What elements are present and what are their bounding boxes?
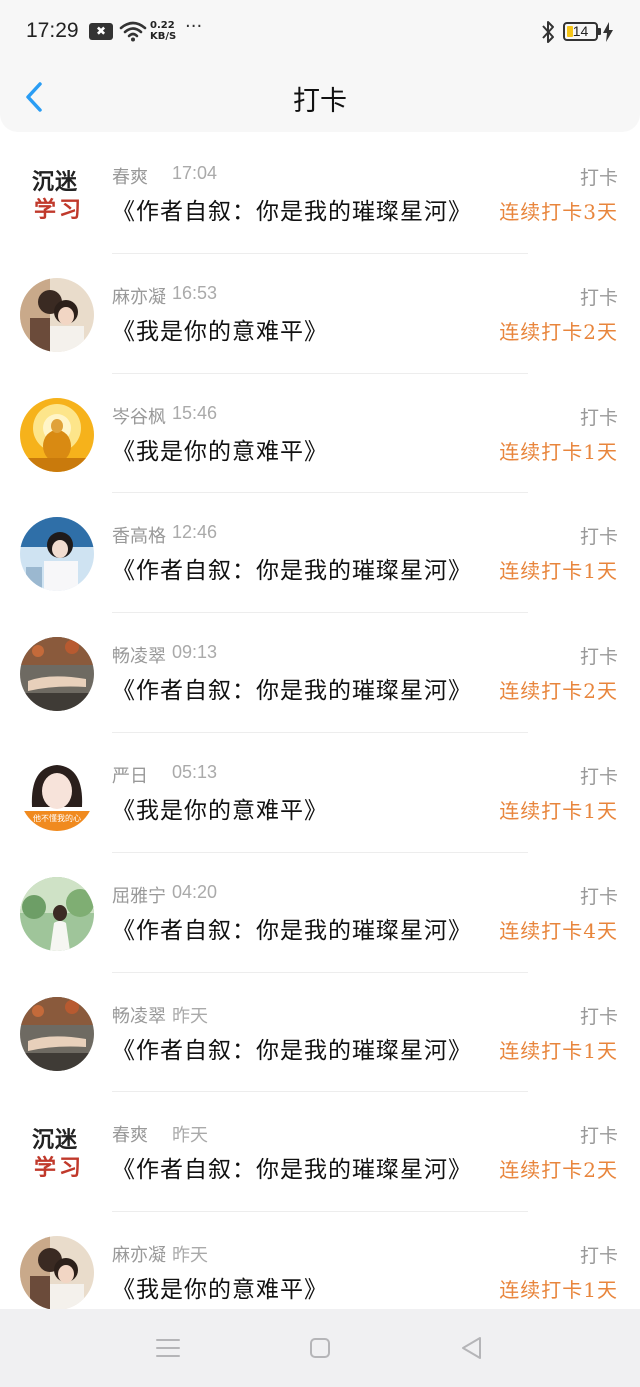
menu-icon[interactable] [154,1334,182,1362]
streak-label: 连续打卡1天 [499,559,618,584]
checkin-type: 打卡 [579,1005,618,1028]
status-bar: 17:29 ✖ 0.22 KB/S ··· 14 [0,0,640,64]
net-speed: 0.22 KB/S [150,20,176,42]
book-title: 《我是你的意难平》 [112,1277,328,1304]
checkin-type: 打卡 [579,526,618,549]
checkin-type: 打卡 [579,286,618,309]
book-title: 《作者自叙：你是我的璀璨星河》 [112,1037,472,1064]
avatar [20,996,94,1071]
checkin-type: 打卡 [579,1125,618,1148]
user-name: 畅凌翠 [112,646,166,668]
notification-icon: ✖ [89,23,113,40]
battery-icon: 14 [563,22,601,41]
streak-label: 连续打卡3天 [499,200,618,224]
checkin-type: 打卡 [579,1245,618,1268]
home-square-icon[interactable] [306,1334,334,1362]
book-title: 《我是你的意难平》 [112,438,328,465]
avatar: 他不懂我的心 [20,756,94,831]
streak-label: 连续打卡1天 [499,1278,618,1303]
avatar-logo-line2: 学习 [34,197,85,223]
book-title: 《作者自叙：你是我的璀璨星河》 [112,199,472,225]
list-item[interactable]: 畅凌翠 昨天 《作者自叙：你是我的璀璨星河》 打卡 连续打卡1天 [0,973,640,1093]
streak-label: 连续打卡2天 [499,1158,618,1183]
more-dots-icon: ··· [185,16,203,37]
back-triangle-icon[interactable] [458,1334,486,1362]
avatar [20,1236,94,1311]
checkin-type: 打卡 [579,167,618,189]
avatar [20,397,94,472]
streak-label: 连续打卡1天 [499,1038,618,1063]
checkin-time: 昨天 [172,1005,208,1026]
list-item[interactable]: 他不懂我的心 严日 05:13 《我是你的意难平》 打卡 连续打卡1天 [0,733,640,853]
checkin-type: 打卡 [579,765,618,788]
wifi-icon [119,21,147,42]
net-speed-value: 0.22 [150,20,175,31]
bluetooth-icon [542,21,554,43]
user-name: 香高格 [112,526,166,548]
user-name: 岑谷枫 [112,406,166,428]
user-name: 屈雅宁 [112,885,166,907]
streak-label: 连续打卡2天 [499,679,618,704]
checkin-time: 16:53 [172,282,218,303]
book-title: 《作者自叙：你是我的璀璨星河》 [112,558,472,585]
book-title: 《作者自叙：你是我的璀璨星河》 [112,678,472,705]
avatar: 沉迷 学习 [22,1118,92,1189]
checkin-time: 17:04 [172,163,218,183]
avatar-logo-line2: 学习 [34,1155,85,1182]
checkin-time: 09:13 [172,642,218,663]
user-name: 畅凌翠 [112,1005,166,1027]
system-nav-bar [0,1309,640,1387]
book-title: 《我是你的意难平》 [112,797,328,824]
checkin-time: 昨天 [172,1125,208,1146]
checkin-time: 12:46 [172,522,218,543]
page-title: 打卡 [293,86,347,117]
book-title: 《作者自叙：你是我的璀璨星河》 [112,917,472,944]
checkin-type: 打卡 [579,646,618,669]
avatar-caption: 他不懂我的心 [33,813,81,823]
user-name: 严日 [112,765,148,787]
list-item[interactable]: 畅凌翠 09:13 《作者自叙：你是我的璀璨星河》 打卡 连续打卡2天 [0,613,640,733]
avatar [20,517,94,592]
charging-icon [603,22,613,42]
avatar: 沉迷 学习 [22,160,92,230]
book-title: 《我是你的意难平》 [112,318,328,345]
checkin-time: 昨天 [172,1245,208,1266]
streak-label: 连续打卡4天 [499,918,618,943]
list-item[interactable]: 沉迷 学习 春爽 17:04 《作者自叙：你是我的璀璨星河》 打卡 连续打卡3天 [0,134,640,254]
checkin-type: 打卡 [579,406,618,429]
book-title: 《作者自叙：你是我的璀璨星河》 [112,1157,472,1184]
list-item[interactable]: 屈雅宁 04:20 《作者自叙：你是我的璀璨星河》 打卡 连续打卡4天 [0,853,640,973]
user-name: 春爽 [112,1125,148,1147]
checkin-time: 04:20 [172,881,218,902]
list-item[interactable]: 沉迷 学习 春爽 昨天 《作者自叙：你是我的璀璨星河》 打卡 连续打卡2天 [0,1092,640,1213]
list-item[interactable]: 麻亦凝 16:53 《我是你的意难平》 打卡 连续打卡2天 [0,254,640,374]
checkin-time: 15:46 [172,402,218,423]
battery-level: 14 [572,23,589,39]
avatar [20,637,94,712]
list-item[interactable]: 岑谷枫 15:46 《我是你的意难平》 打卡 连续打卡1天 [0,374,640,494]
user-name: 春爽 [112,167,148,188]
checkin-time: 05:13 [172,761,218,782]
status-time: 17:29 [26,19,79,42]
net-speed-unit: KB/S [150,31,177,42]
header: 打卡 [0,64,640,132]
user-name: 麻亦凝 [112,286,166,308]
checkin-type: 打卡 [579,885,618,908]
avatar [20,277,94,352]
streak-label: 连续打卡2天 [499,319,618,344]
user-name: 麻亦凝 [112,1245,166,1267]
list-item[interactable]: 香高格 12:46 《作者自叙：你是我的璀璨星河》 打卡 连续打卡1天 [0,493,640,614]
streak-label: 连续打卡1天 [499,439,618,464]
checkin-list: 沉迷 学习 春爽 17:04 《作者自叙：你是我的璀璨星河》 打卡 连续打卡3天… [0,134,640,1332]
avatar [20,876,94,951]
streak-label: 连续打卡1天 [499,798,618,823]
